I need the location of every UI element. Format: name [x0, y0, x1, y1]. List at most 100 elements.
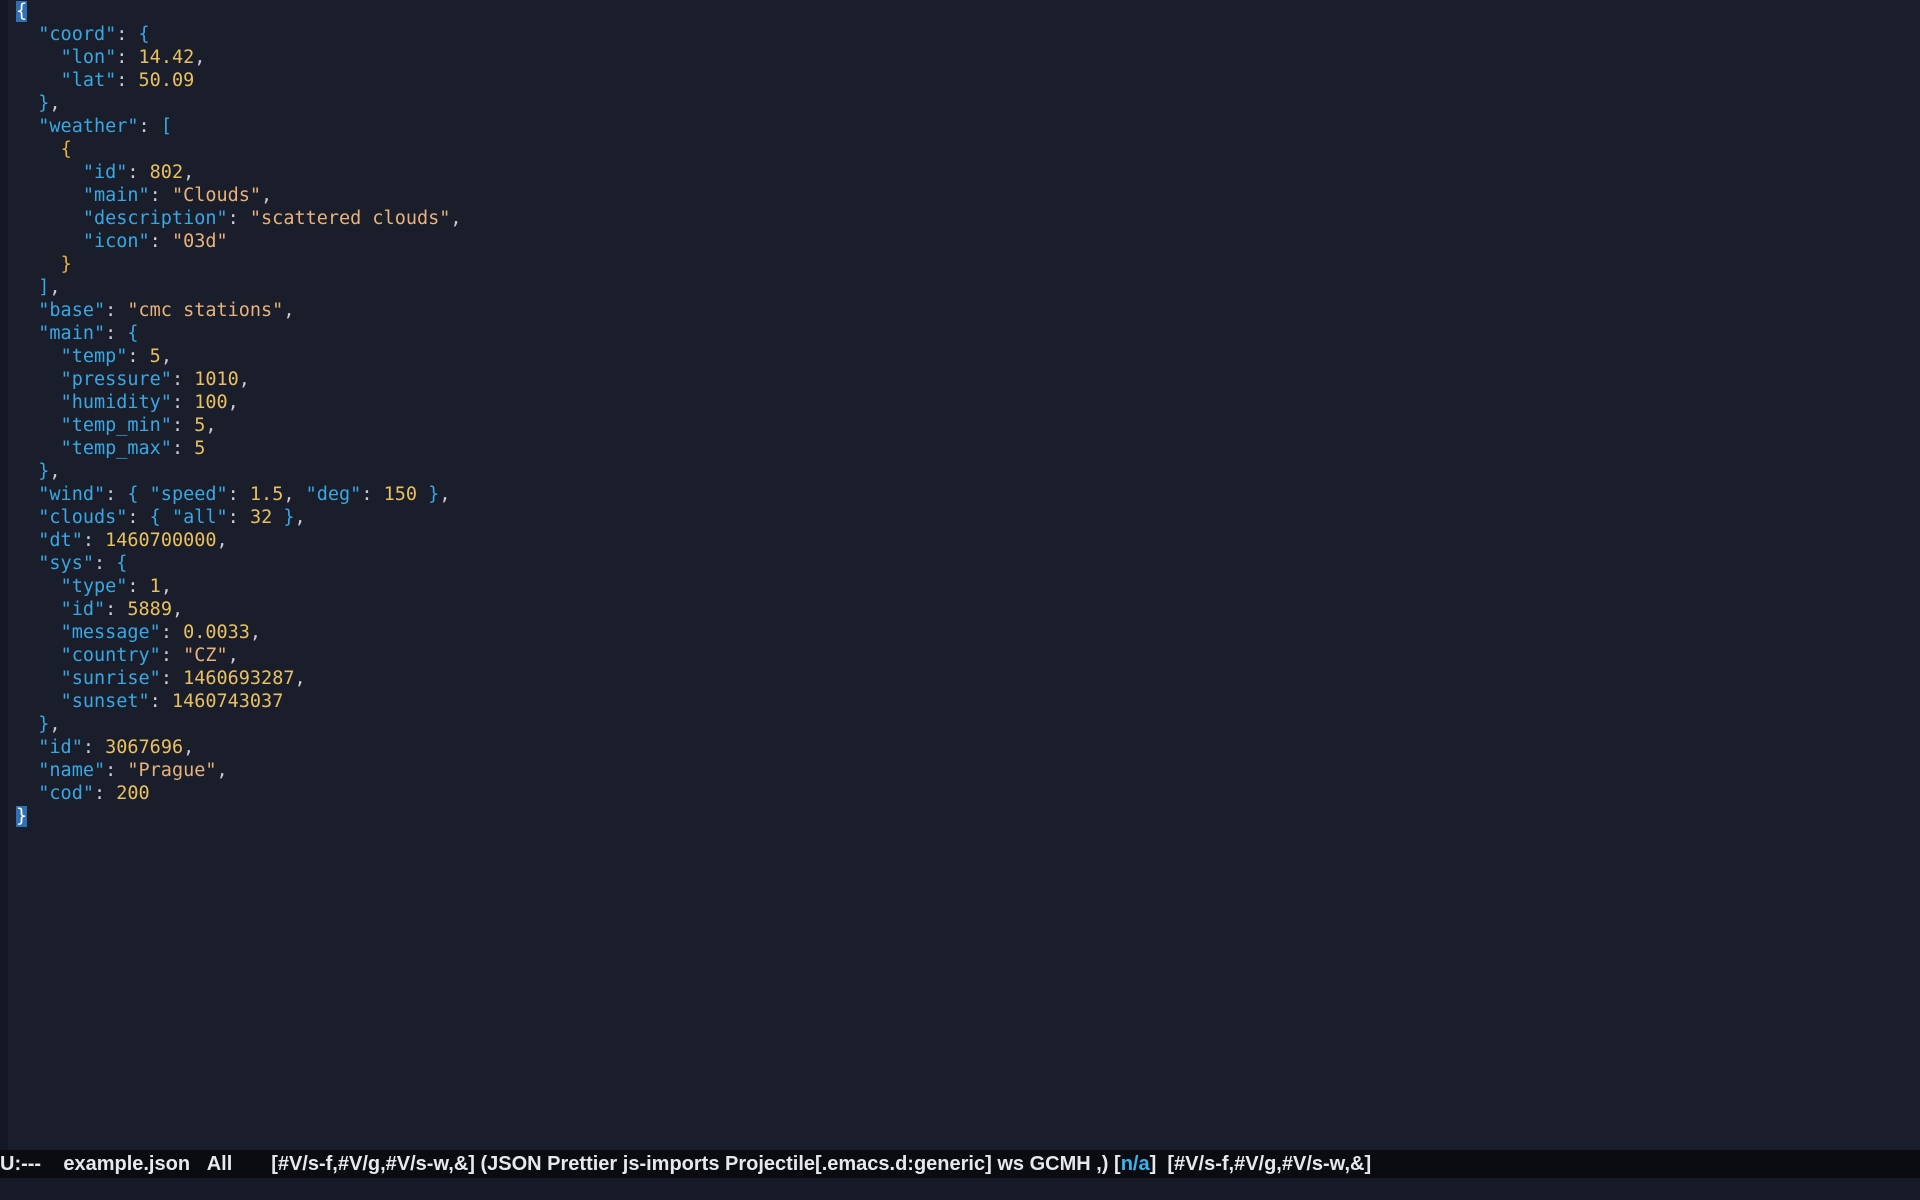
code-line[interactable]: "name": "Prague",: [16, 759, 462, 782]
code-token: "id": [38, 737, 83, 758]
code-line[interactable]: "wind": { "speed": 1.5, "deg": 150 },: [16, 483, 462, 506]
code-token: ,: [249, 622, 262, 643]
echo-area[interactable]: [0, 1178, 1920, 1200]
code-token: 1010: [194, 369, 239, 390]
code-line[interactable]: "lon": 14.42,: [16, 46, 462, 69]
code-token: ,: [216, 760, 228, 781]
code-token: "clouds": [38, 507, 128, 528]
code-line[interactable]: "base": "cmc stations",: [16, 299, 462, 322]
code-line[interactable]: "sys": {: [16, 552, 462, 575]
code-token: "sunrise": [60, 668, 161, 689]
code-line[interactable]: "temp_min": 5,: [16, 414, 462, 437]
code-line[interactable]: "description": "scattered clouds",: [16, 207, 462, 230]
code-line[interactable]: "coord": {: [16, 23, 462, 46]
code-token: :: [82, 737, 106, 758]
code-token: 1460693287: [183, 668, 295, 689]
code-line[interactable]: "main": {: [16, 322, 462, 345]
code-token: ,: [227, 645, 239, 666]
code-token: 150: [383, 484, 418, 505]
flags-left: [#V/s-f,#V/g,#V/s-w,&]: [271, 1153, 475, 1175]
code-line[interactable]: "weather": [: [16, 115, 462, 138]
code-token: "lat": [60, 70, 117, 91]
code-token: :: [93, 553, 117, 574]
code-token: "weather": [38, 116, 139, 137]
code-line[interactable]: "country": "CZ",: [16, 644, 462, 667]
code-token: :: [127, 576, 150, 597]
code-token: "lon": [60, 47, 117, 68]
code-token: "Prague": [127, 760, 217, 781]
code-line[interactable]: "id": 3067696,: [16, 736, 462, 759]
code-token: }: [428, 484, 440, 505]
code-token: ,: [283, 300, 295, 321]
code-token: :: [227, 484, 250, 505]
code-line[interactable]: "sunrise": 1460693287,: [16, 667, 462, 690]
code-line[interactable]: "pressure": 1010,: [16, 368, 462, 391]
code-line[interactable]: "lat": 50.09: [16, 69, 462, 92]
code-line[interactable]: "sunset": 1460743037: [16, 690, 462, 713]
major-minor-modes[interactable]: (JSON Prettier js-imports Projectile[.em…: [481, 1153, 1109, 1175]
code-token: 0.0033: [183, 622, 250, 643]
code-line[interactable]: },: [16, 92, 462, 115]
code-line[interactable]: "type": 1,: [16, 575, 462, 598]
code-line[interactable]: "message": 0.0033,: [16, 621, 462, 644]
code-token: :: [127, 507, 150, 528]
code-line[interactable]: {: [16, 138, 462, 161]
code-line[interactable]: "main": "Clouds",: [16, 184, 462, 207]
code-token: 32: [249, 507, 273, 528]
code-line[interactable]: }: [16, 253, 462, 276]
code-token: ,: [194, 47, 206, 68]
code-token: "cod": [38, 783, 94, 804]
code-token: ,: [205, 415, 217, 436]
code-line[interactable]: "icon": "03d": [16, 230, 462, 253]
code-token: ,: [261, 185, 273, 206]
code-token: 5: [194, 438, 206, 459]
code-token: {: [127, 323, 139, 344]
code-token: :: [105, 599, 128, 620]
code-token: :: [138, 116, 161, 137]
code-token: :: [127, 346, 150, 367]
vc-status[interactable]: n/a: [1121, 1153, 1150, 1175]
code-token: "scattered clouds": [249, 208, 451, 229]
code-token: "speed": [149, 484, 228, 505]
json-code-view[interactable]: { "coord": { "lon": 14.42, "lat": 50.09 …: [16, 0, 462, 828]
emacs-frame: { "coord": { "lon": 14.42, "lat": 50.09 …: [0, 0, 1920, 1200]
code-token: }: [38, 714, 50, 735]
code-token: 14.42: [138, 47, 195, 68]
code-token: 3067696: [105, 737, 184, 758]
code-token: 1.5: [249, 484, 284, 505]
code-token: }: [283, 507, 295, 528]
code-token: "temp_min": [60, 415, 172, 436]
code-line[interactable]: ],: [16, 276, 462, 299]
code-token: "pressure": [60, 369, 172, 390]
mode-line[interactable]: U:--- example.json All [#V/s-f,#V/g,#V/s…: [0, 1150, 1920, 1178]
code-line[interactable]: "dt": 1460700000,: [16, 529, 462, 552]
code-line[interactable]: "id": 5889,: [16, 598, 462, 621]
code-token: :: [105, 323, 128, 344]
buffer-filename[interactable]: example.json: [63, 1153, 190, 1175]
code-token: :: [105, 300, 128, 321]
code-line[interactable]: "humidity": 100,: [16, 391, 462, 414]
code-line[interactable]: "cod": 200: [16, 782, 462, 805]
code-token: [: [160, 116, 172, 137]
scroll-position: All: [206, 1153, 233, 1175]
code-token: "icon": [82, 231, 150, 252]
code-line[interactable]: }: [16, 805, 462, 828]
code-line[interactable]: "id": 802,: [16, 161, 462, 184]
code-line[interactable]: "temp": 5,: [16, 345, 462, 368]
code-line[interactable]: "temp_max": 5: [16, 437, 462, 460]
code-line[interactable]: {: [16, 0, 462, 23]
code-token: ,: [183, 162, 195, 183]
code-line[interactable]: "clouds": { "all": 32 },: [16, 506, 462, 529]
code-line[interactable]: },: [16, 460, 462, 483]
editor-buffer[interactable]: { "coord": { "lon": 14.42, "lat": 50.09 …: [0, 0, 1920, 1150]
code-line[interactable]: },: [16, 713, 462, 736]
